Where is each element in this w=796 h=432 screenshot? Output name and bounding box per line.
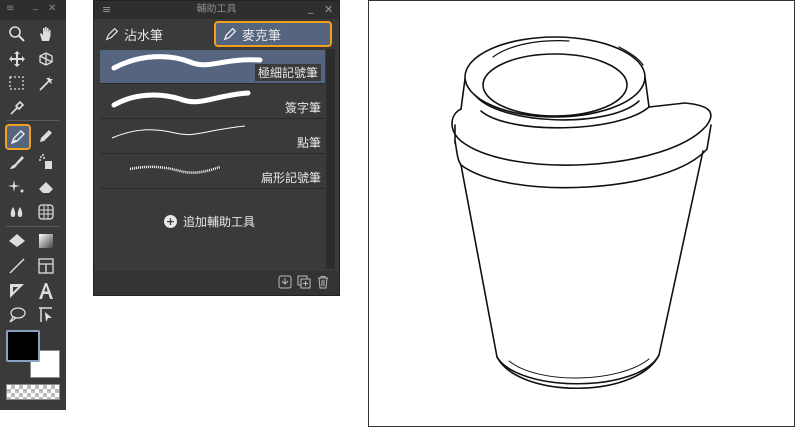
sub-tool-label: 點筆 — [296, 136, 321, 150]
group-tab-marker[interactable]: 麥克筆 — [214, 21, 332, 47]
pencil-tool-icon[interactable] — [35, 125, 57, 147]
blend-tool-icon[interactable] — [6, 201, 28, 223]
gradient-tool-icon[interactable] — [35, 230, 57, 252]
close-icon[interactable]: ✕ — [324, 1, 333, 19]
trash-icon[interactable] — [316, 275, 330, 289]
plus-icon: + — [164, 215, 177, 228]
group-tab-label: 沾水筆 — [124, 28, 164, 44]
menu-icon[interactable]: ≡ — [102, 1, 111, 19]
move-tool-icon[interactable] — [6, 48, 28, 70]
group-tab-dip-pen[interactable]: 沾水筆 — [98, 21, 210, 47]
minimize-icon[interactable]: _ — [33, 0, 38, 11]
pen-tool-icon[interactable] — [5, 124, 31, 150]
sub-tool-item[interactable]: 點筆 — [100, 120, 325, 154]
sub-tool-item[interactable]: 簽字筆 — [100, 85, 325, 119]
tool-palette: ≡ _ ✕ — [0, 0, 66, 410]
zoom-tool-icon[interactable] — [6, 23, 28, 45]
scrollbar[interactable] — [326, 49, 335, 269]
panel-title: 輔助工具 — [94, 1, 339, 19]
sub-tool-label: 扁形記號筆 — [260, 171, 321, 185]
drawing-canvas[interactable] — [368, 0, 795, 427]
hand-tool-icon[interactable] — [35, 23, 57, 45]
speech-balloon-icon[interactable] — [6, 304, 28, 326]
tool-separator — [6, 120, 60, 121]
frame-border-icon[interactable] — [35, 255, 57, 277]
airbrush-tool-icon[interactable] — [35, 151, 57, 173]
cup-line-art — [451, 36, 712, 389]
transparent-color-swatch[interactable] — [6, 384, 60, 400]
download-icon[interactable] — [278, 275, 292, 289]
magic-wand-icon[interactable] — [35, 72, 57, 94]
correct-line-icon[interactable] — [35, 304, 57, 326]
menu-icon[interactable]: ≡ — [6, 3, 14, 14]
sub-tool-item[interactable]: 極細記號筆 — [100, 50, 325, 84]
add-sub-tool-button[interactable]: + 追加輔助工具 — [164, 213, 255, 230]
selection-tool-icon[interactable] — [6, 72, 28, 94]
group-tab-label: 麥克筆 — [242, 28, 282, 44]
marker-icon — [223, 27, 237, 41]
fill-tool-icon[interactable] — [6, 230, 28, 252]
mesh-transform-icon[interactable] — [35, 201, 57, 223]
close-icon[interactable]: ✕ — [48, 3, 56, 14]
pen-icon — [105, 27, 119, 41]
brush-tool-icon[interactable] — [6, 151, 28, 173]
line-tool-icon[interactable] — [6, 255, 28, 277]
sub-tool-label: 簽字筆 — [284, 101, 321, 115]
panel-footer — [94, 271, 339, 295]
add-sub-tool-label: 追加輔助工具 — [183, 215, 256, 229]
sub-tool-panel: 輔助工具 ≡ _ ✕ 沾水筆 麥克筆 極細記號筆 簽字筆 點筆 扁形記號筆 + … — [93, 0, 340, 296]
sub-tool-item[interactable]: 扁形記號筆 — [100, 155, 325, 189]
sub-tool-label: 極細記號筆 — [254, 64, 321, 81]
main-color-swatch[interactable] — [6, 330, 40, 362]
eraser-tool-icon[interactable] — [35, 176, 57, 198]
object-tool-icon[interactable] — [35, 48, 57, 70]
tool-separator — [6, 226, 60, 227]
eyedropper-icon[interactable] — [6, 97, 28, 119]
minimize-icon[interactable]: _ — [308, 0, 314, 17]
balloon-ruler-icon[interactable] — [6, 280, 28, 302]
decoration-tool-icon[interactable] — [6, 176, 28, 198]
duplicate-icon[interactable] — [297, 275, 311, 289]
text-tool-icon[interactable] — [35, 280, 57, 302]
stroke-preview — [111, 125, 246, 139]
tool-palette-header: ≡ _ ✕ — [0, 0, 66, 20]
